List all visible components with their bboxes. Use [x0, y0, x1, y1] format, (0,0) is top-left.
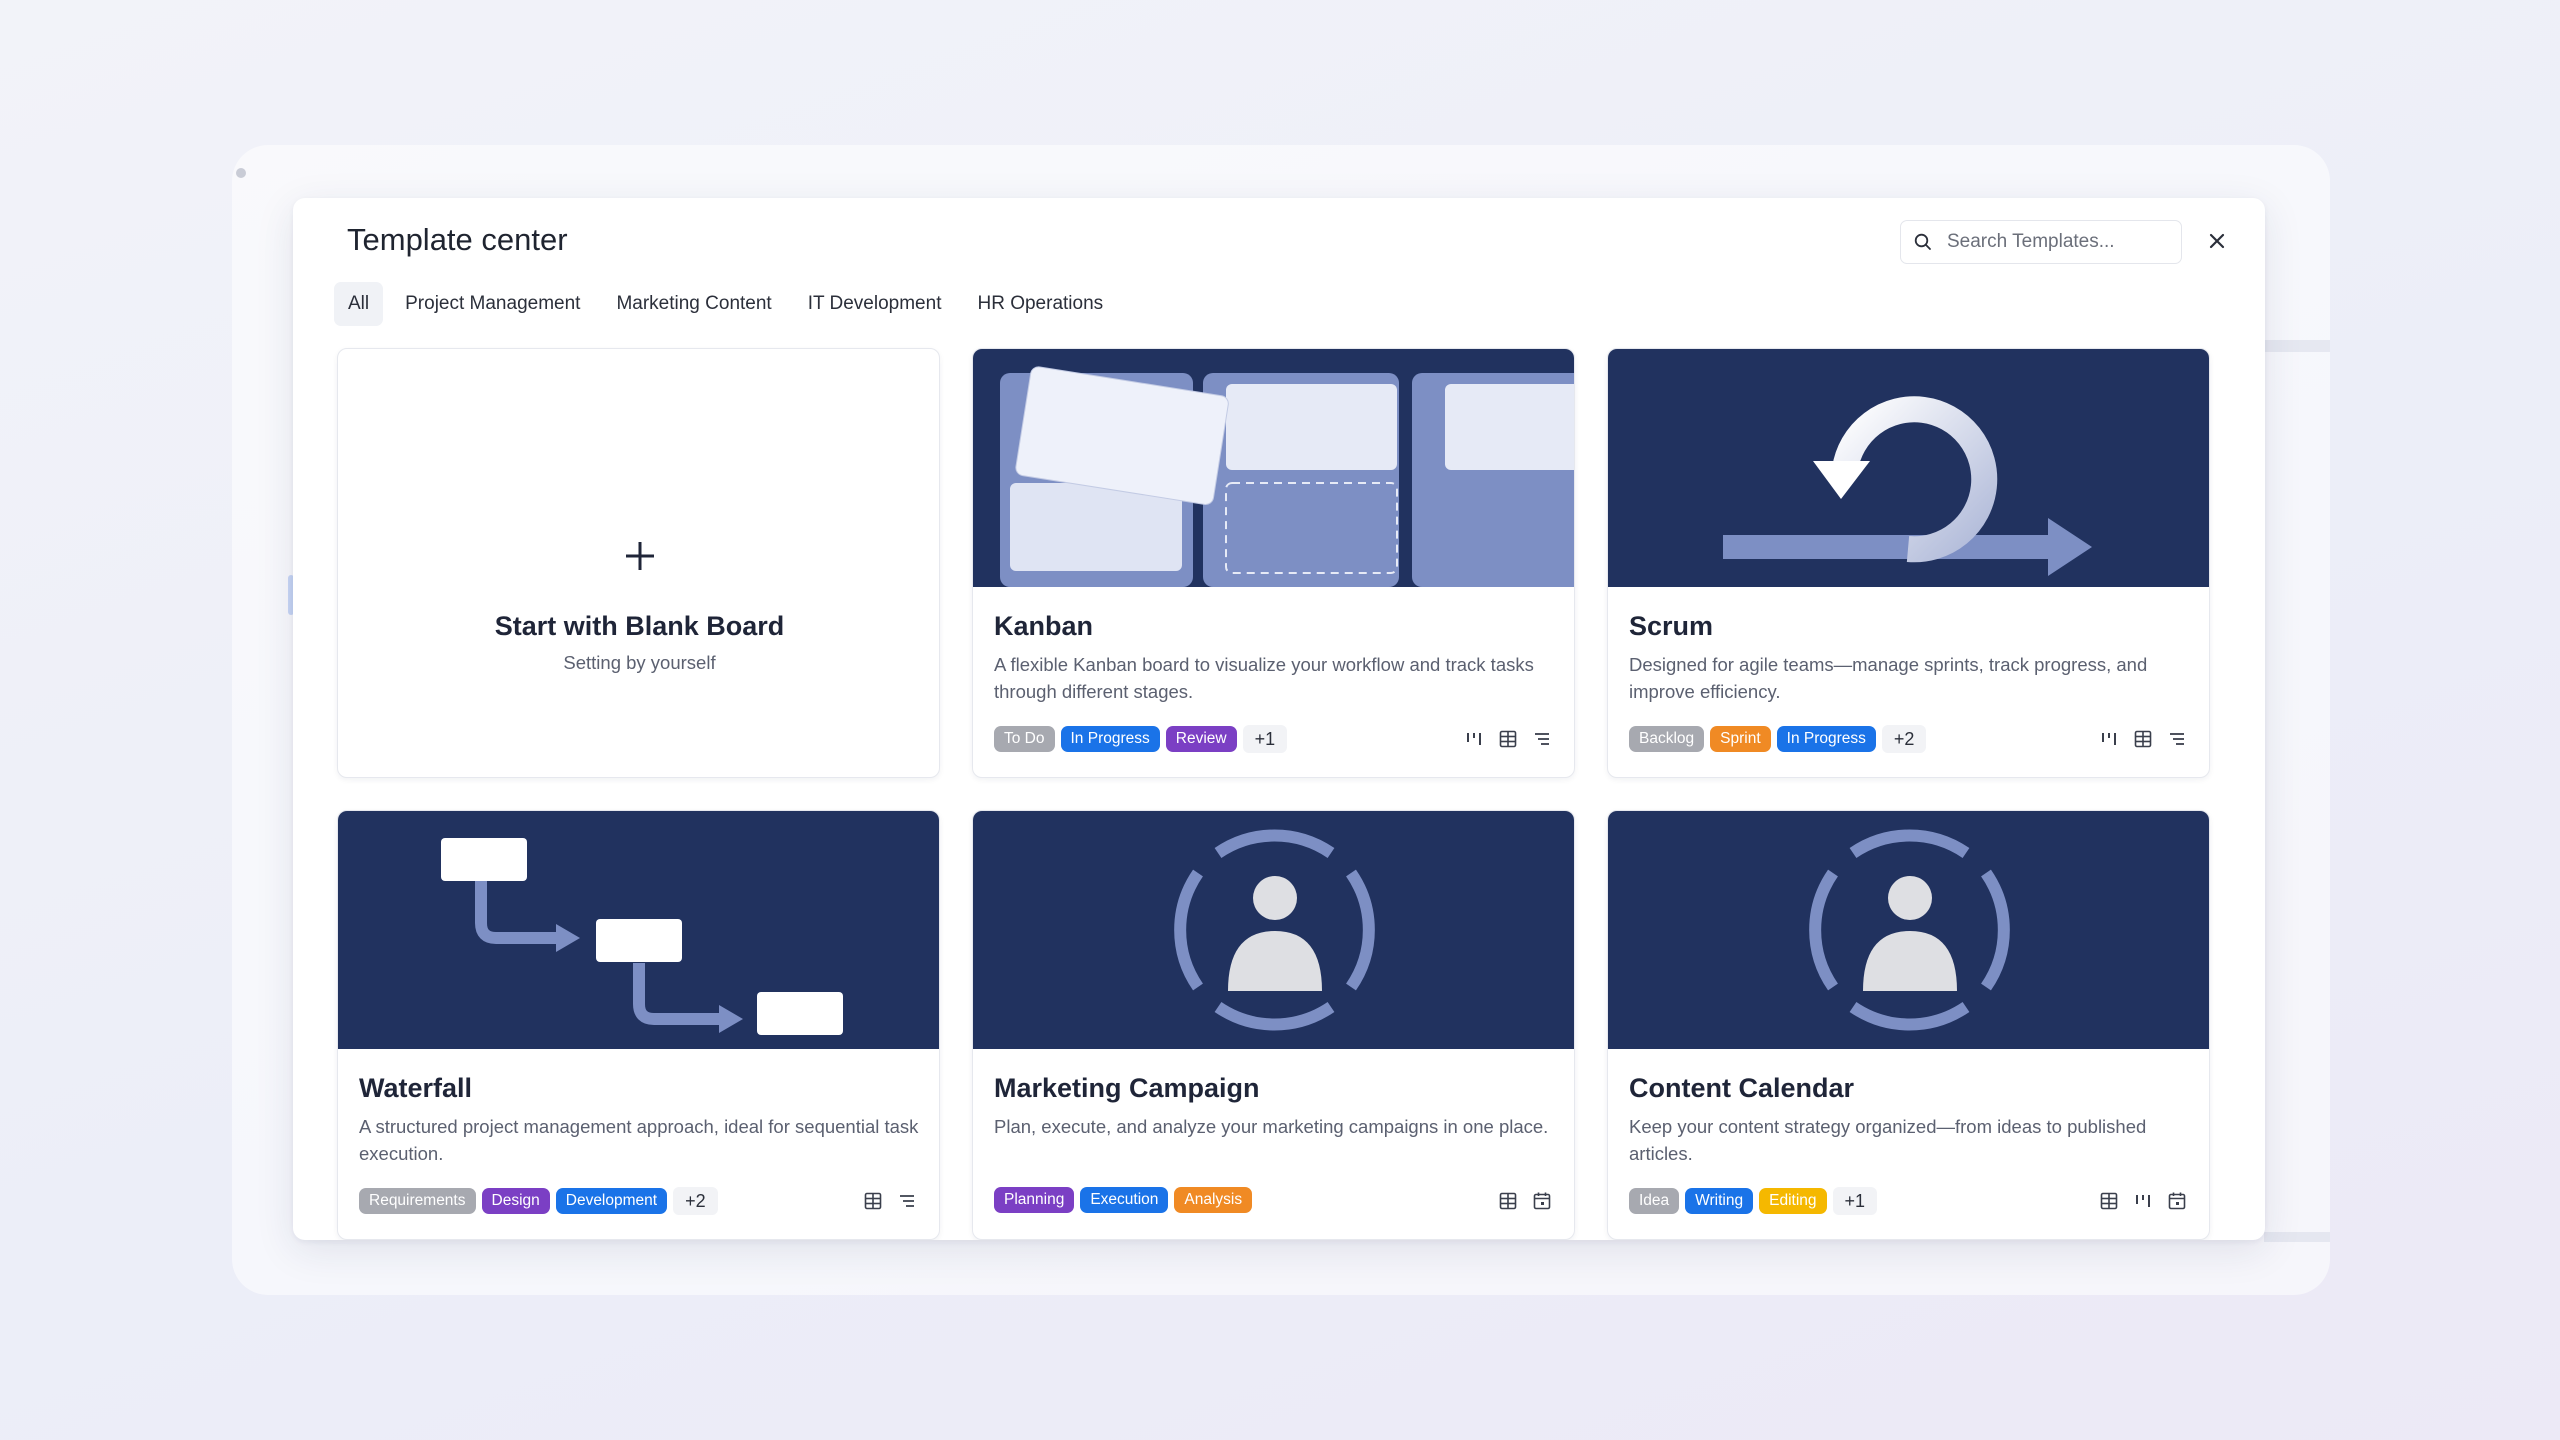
tab-marketing-content[interactable]: Marketing Content [602, 282, 785, 326]
card-title: Content Calendar [1629, 1073, 1855, 1103]
template-center-modal: Template center All Project Management M… [293, 198, 2265, 1240]
person-illustration [973, 811, 1574, 1049]
kanban-icon [1467, 733, 1481, 745]
waterfall-illustration [338, 811, 939, 1049]
card-description: Designed for agile teams—manage sprints,… [1629, 654, 2148, 702]
card-tags: Backlog Sprint In Progress +2 [1629, 725, 1927, 753]
tag: Analysis [1174, 1187, 1253, 1213]
close-icon [2209, 233, 2225, 249]
card-tags: Idea Writing Editing +1 [1629, 1187, 1878, 1215]
tag: Planning [994, 1187, 1075, 1213]
blank-board-card[interactable]: Start with Blank Board Setting by yourse… [337, 348, 940, 778]
more-tags-count: +2 [673, 1187, 718, 1215]
more-tags-count: +1 [1242, 725, 1288, 753]
card-description: Plan, execute, and analyze your marketin… [994, 1116, 1549, 1137]
calendar-icon [2168, 1192, 2186, 1210]
card-description: A flexible Kanban board to visualize you… [994, 654, 1534, 702]
table-icon [1499, 730, 1517, 748]
tag: Idea [1629, 1188, 1680, 1214]
blank-board-title: Start with Blank Board [494, 611, 785, 641]
table-icon [2100, 1192, 2118, 1210]
card-description: A structured project management approach… [359, 1116, 919, 1164]
card-tags: Requirements Design Development +2 [359, 1187, 718, 1215]
view-icons [1464, 729, 1552, 749]
template-card-marketing-campaign[interactable]: Marketing Campaign Plan, execute, and an… [972, 810, 1575, 1240]
tag: Writing [1685, 1188, 1754, 1214]
view-icons [1498, 1191, 1552, 1211]
card-tags: Planning Execution Analysis [994, 1187, 1253, 1213]
close-button[interactable] [2204, 228, 2230, 254]
search-box[interactable] [1900, 220, 2182, 264]
tab-hr-operations[interactable]: HR Operations [963, 282, 1117, 326]
view-icons [2099, 729, 2187, 749]
more-tags-count: +2 [1881, 725, 1927, 753]
card-title: Scrum [1629, 611, 1714, 641]
view-icons [863, 1191, 917, 1211]
search-icon [1914, 233, 1931, 250]
backdrop-divider-bottom [2264, 1232, 2330, 1242]
kanban-icon [2102, 733, 2116, 745]
tag: In Progress [1060, 726, 1160, 752]
calendar-icon [1533, 1192, 1551, 1210]
tag: Execution [1080, 1187, 1169, 1213]
tag: Requirements [359, 1188, 476, 1214]
template-card-content-calendar[interactable]: Content Calendar Keep your content strat… [1607, 810, 2210, 1240]
table-icon [1499, 1192, 1517, 1210]
tab-all[interactable]: All [334, 282, 384, 326]
tab-it-development[interactable]: IT Development [794, 282, 956, 326]
plus-icon [338, 539, 939, 578]
blank-board-subtitle: Setting by yourself [563, 652, 716, 673]
modal-title: Template center [347, 222, 568, 257]
tag: Editing [1759, 1188, 1827, 1214]
table-icon [864, 1192, 882, 1210]
card-description: Keep your content strategy organized—fro… [1629, 1116, 2147, 1164]
view-icons [2099, 1191, 2187, 1211]
template-card-waterfall[interactable]: Waterfall A structured project managemen… [337, 810, 940, 1240]
card-title: Kanban [994, 611, 1094, 641]
template-card-kanban[interactable]: Kanban A flexible Kanban board to visual… [972, 348, 1575, 778]
list-icon [2170, 733, 2184, 745]
more-tags-count: +1 [1832, 1187, 1878, 1215]
card-tags: To Do In Progress Review +1 [994, 725, 1288, 753]
backdrop-dot [236, 168, 246, 178]
scrum-illustration [1608, 349, 2209, 587]
backdrop-divider [2264, 340, 2330, 352]
tag: Sprint [1710, 726, 1771, 752]
template-card-scrum[interactable]: Scrum Designed for agile teams—manage sp… [1607, 348, 2210, 778]
list-icon [900, 1195, 914, 1207]
tab-project-management[interactable]: Project Management [391, 282, 594, 326]
tag: To Do [994, 726, 1055, 752]
person-illustration [1608, 811, 2209, 1049]
card-title: Waterfall [359, 1073, 473, 1103]
tag: In Progress [1776, 726, 1876, 752]
list-icon [1535, 733, 1549, 745]
card-title: Marketing Campaign [994, 1073, 1260, 1103]
search-input[interactable] [1947, 231, 2167, 253]
tag: Review [1165, 726, 1237, 752]
tag: Development [555, 1188, 668, 1214]
table-icon [2134, 730, 2152, 748]
kanban-icon [2136, 1195, 2150, 1207]
category-tabs: All Project Management Marketing Content… [334, 282, 1117, 326]
kanban-illustration [973, 349, 1574, 587]
tag: Backlog [1629, 726, 1705, 752]
tag: Design [481, 1188, 550, 1214]
